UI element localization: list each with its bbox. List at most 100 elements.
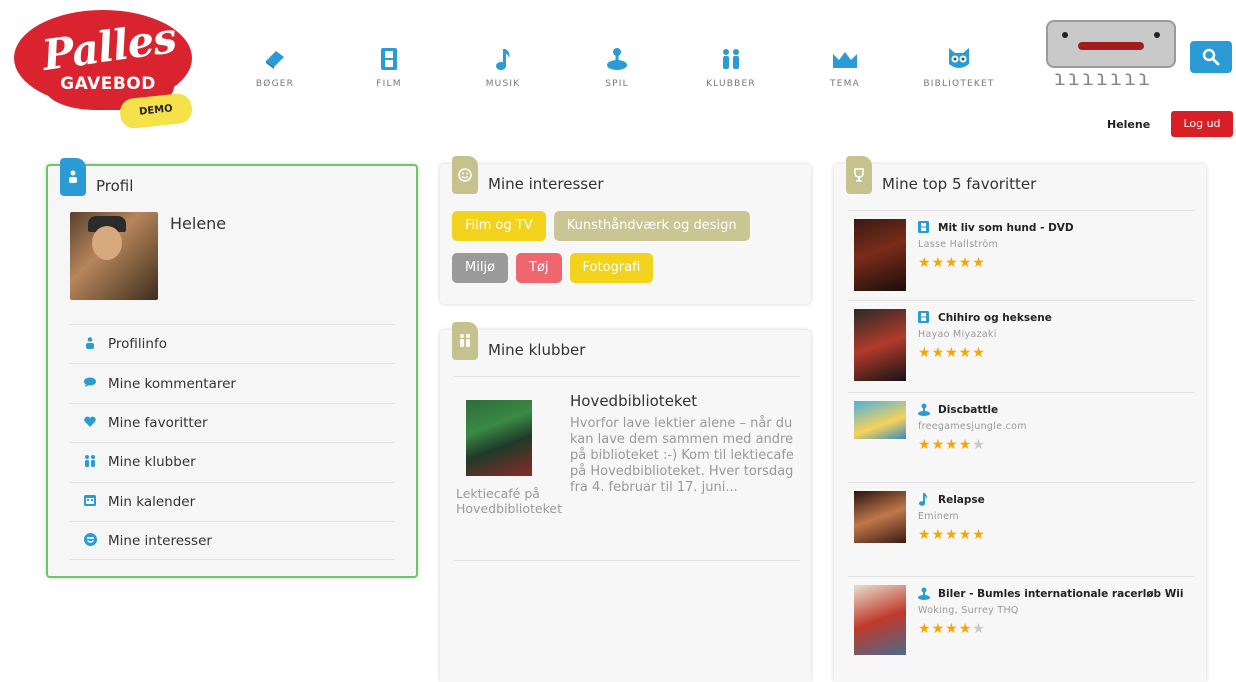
- people-icon: [674, 45, 788, 73]
- star-icon: ★: [958, 255, 973, 271]
- menu-item-profilinfo[interactable]: Profilinfo: [70, 324, 394, 363]
- logged-in-user-name[interactable]: Helene: [1107, 118, 1150, 131]
- star-icon: ★: [918, 621, 932, 637]
- menu-label: Mine kommentarer: [108, 375, 236, 392]
- favorite-item[interactable]: Mit liv som hund - DVD Lasse Hallström ★★★…: [848, 210, 1194, 300]
- star-empty-icon: ★: [972, 621, 986, 637]
- star-rating: ★★★★★: [918, 527, 986, 543]
- favorite-title[interactable]: Biler - Bumles internationale racerløb W…: [938, 588, 1184, 600]
- favorite-subtitle: Woking, Surrey THQ: [918, 605, 1019, 616]
- favorite-cover-image[interactable]: [854, 585, 906, 655]
- favorite-cover-image[interactable]: [854, 219, 906, 291]
- avatar[interactable]: [70, 212, 158, 300]
- logout-button[interactable]: Log ud: [1171, 111, 1233, 137]
- music-note-icon: [446, 45, 560, 73]
- book-icon: [218, 45, 332, 73]
- star-icon: ★: [958, 527, 973, 543]
- clubs-panel: Mine klubber Lektiecafé på Hovedbibliote…: [440, 322, 811, 682]
- search-button[interactable]: [1190, 41, 1232, 73]
- nav-item-tema[interactable]: TEMA: [788, 45, 902, 89]
- star-rating: ★★★★★: [918, 621, 986, 637]
- search-icon: [1202, 48, 1220, 66]
- palles-gavebod-logo[interactable]: Palles GAVEBOD DEMO: [8, 10, 198, 130]
- nav-item-spil[interactable]: SPIL: [560, 45, 674, 89]
- divider: [454, 560, 800, 561]
- main-nav: BØGER FILM MUSIK SPIL KLUBBER TEMA BIBLI…: [218, 45, 1016, 89]
- club-title[interactable]: Hovedbiblioteket: [570, 392, 697, 410]
- film-icon: [918, 221, 929, 236]
- calendar-icon: [82, 494, 98, 509]
- star-icon: ★: [958, 621, 973, 637]
- smiley-icon: [452, 156, 478, 194]
- favorite-cover-image[interactable]: [854, 401, 906, 439]
- film-icon: [332, 45, 446, 73]
- favorite-cover-image[interactable]: [854, 309, 906, 381]
- favorite-title[interactable]: Chihiro og heksene: [938, 312, 1052, 324]
- interest-tag[interactable]: Fotografi: [569, 253, 654, 283]
- star-icon: ★: [945, 437, 959, 453]
- star-icon: ★: [945, 621, 959, 637]
- person-icon: [60, 158, 86, 196]
- favorite-cover-image[interactable]: [854, 491, 906, 543]
- robot-mascot: ɿɿɿɿɿɿɿ: [1046, 20, 1176, 90]
- person-icon: [82, 336, 98, 352]
- favorite-subtitle: Eminem: [918, 511, 959, 522]
- robot-eye: [1154, 32, 1160, 38]
- star-icon: ★: [945, 527, 959, 543]
- panel-header: Mine top 5 favoritter: [834, 156, 1206, 206]
- nav-item-biblioteket[interactable]: BIBLIOTEKET: [902, 45, 1016, 89]
- favorite-item[interactable]: Relapse Eminem ★★★★★: [848, 482, 1194, 576]
- menu-item-kommentarer[interactable]: Mine kommentarer: [70, 363, 394, 402]
- menu-item-favoritter[interactable]: Mine favoritter: [70, 402, 394, 442]
- star-icon: ★: [931, 621, 946, 637]
- nav-label: SPIL: [605, 79, 629, 89]
- favorite-title[interactable]: Relapse: [938, 494, 985, 506]
- nav-item-musik[interactable]: MUSIK: [446, 45, 560, 89]
- nav-label: MUSIK: [485, 79, 521, 89]
- club-caption[interactable]: Lektiecafé på Hovedbiblioteket: [456, 486, 586, 516]
- joystick-icon: [560, 45, 674, 73]
- robot-mouth: [1078, 42, 1144, 50]
- star-empty-icon: ★: [972, 437, 986, 453]
- favorite-item[interactable]: Chihiro og heksene Hayao Miyazaki ★★★★★: [848, 300, 1194, 392]
- star-icon: ★: [918, 527, 932, 543]
- star-icon: ★: [918, 255, 932, 271]
- favorite-title[interactable]: Discbattle: [938, 404, 998, 416]
- music-note-icon: [918, 493, 928, 509]
- robot-head: [1046, 20, 1176, 68]
- menu-item-kalender[interactable]: Min kalender: [70, 481, 394, 521]
- menu-label: Mine klubber: [108, 454, 196, 471]
- menu-item-klubber[interactable]: Mine klubber: [70, 442, 394, 481]
- star-rating: ★★★★★: [918, 255, 986, 271]
- nav-item-film[interactable]: FILM: [332, 45, 446, 89]
- crown-icon: [788, 45, 902, 73]
- star-icon: ★: [931, 437, 946, 453]
- favorite-item[interactable]: Biler - Bumles internationale racerløb W…: [848, 576, 1194, 668]
- favorite-item[interactable]: Discbattle freegamesjungle.com ★★★★★: [848, 392, 1194, 482]
- robot-legs: ɿɿɿɿɿɿɿ: [1054, 66, 1153, 90]
- menu-label: Mine favoritter: [108, 414, 208, 431]
- people-icon: [82, 454, 98, 470]
- divider: [454, 376, 800, 377]
- star-icon: ★: [945, 345, 959, 361]
- star-icon: ★: [918, 345, 932, 361]
- avatar-face: [92, 226, 122, 260]
- interest-tag[interactable]: Kunsthåndværk og design: [553, 211, 750, 241]
- interest-tag[interactable]: Film og TV: [452, 211, 546, 241]
- interest-tag[interactable]: Tøj: [516, 253, 562, 283]
- interest-tag[interactable]: Miljø: [452, 253, 509, 283]
- interests-panel: Mine interesser Film og TV Kunsthåndværk …: [440, 156, 811, 304]
- favorite-title[interactable]: Mit liv som hund - DVD: [938, 222, 1074, 234]
- nav-label: KLUBBER: [706, 79, 756, 89]
- robot-eye: [1062, 32, 1068, 38]
- nav-item-boger[interactable]: BØGER: [218, 45, 332, 89]
- nav-item-klubber[interactable]: KLUBBER: [674, 45, 788, 89]
- people-icon: [452, 322, 478, 360]
- star-icon: ★: [931, 255, 946, 271]
- star-icon: ★: [945, 255, 959, 271]
- menu-item-interesser[interactable]: Mine interesser: [70, 520, 394, 561]
- star-icon: ★: [918, 437, 932, 453]
- owl-icon: [902, 45, 1016, 73]
- club-image[interactable]: [466, 400, 532, 476]
- club-description: Hvorfor lave lektier alene – når du kan …: [570, 416, 794, 495]
